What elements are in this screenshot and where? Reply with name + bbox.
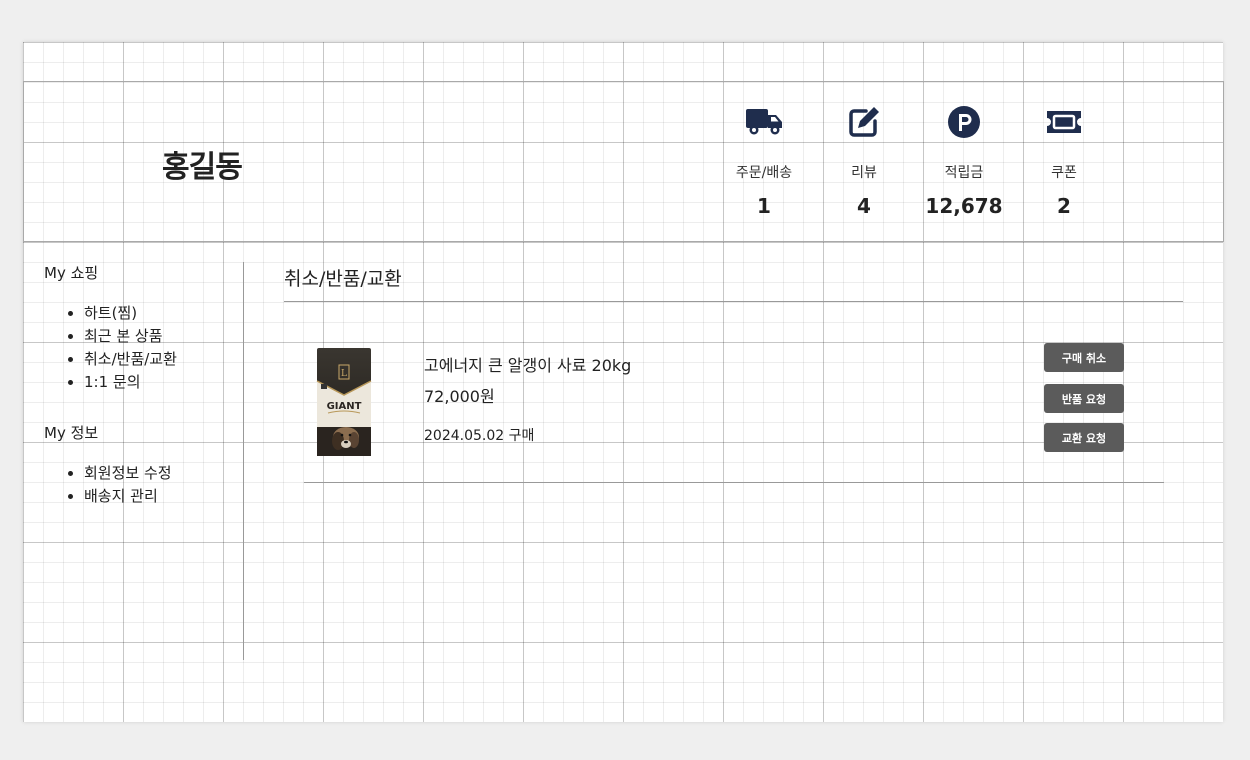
- stat-reviews-value: 4: [857, 194, 871, 218]
- user-name: 홍길동: [162, 150, 243, 185]
- stat-coupons-value: 2: [1057, 194, 1071, 218]
- edit-review-icon: [814, 104, 914, 140]
- stat-reviews-label: 리뷰: [851, 165, 877, 181]
- stat-points-value: 12,678: [925, 194, 1003, 218]
- profile-header: 홍길동 주문/배송 1 리뷰 4 적립금 12,678 쿠폰 2: [23, 81, 1224, 242]
- page-title: 취소/반품/교환: [284, 268, 402, 290]
- stat-reviews[interactable]: 리뷰 4: [814, 104, 914, 218]
- product-image[interactable]: L GIANT: [316, 347, 372, 461]
- coupon-ticket-icon: [1014, 104, 1114, 140]
- sidebar-title-info: My 정보: [44, 424, 99, 442]
- points-p-icon: [914, 104, 1014, 140]
- exchange-request-button[interactable]: 교환 요청: [1044, 423, 1124, 452]
- order-date: 2024.05.02 구매: [424, 428, 535, 444]
- sidebar: My 쇼핑 하트(찜) 최근 본 상품 취소/반품/교환 1:1 문의 My 정…: [23, 262, 244, 660]
- truck-icon: [714, 104, 814, 140]
- title-divider: [284, 301, 1183, 302]
- cancel-purchase-button[interactable]: 구매 취소: [1044, 343, 1124, 372]
- sidebar-info-list: 회원정보 수정 배송지 관리: [44, 462, 172, 508]
- package-badge: L: [341, 369, 347, 379]
- stat-coupons-label: 쿠폰: [1051, 165, 1077, 181]
- order-item: L GIANT 고에너지 큰 알갱이 사료 20kg 72,000원 2024.…: [304, 322, 1164, 483]
- product-price: 72,000원: [424, 387, 495, 406]
- sidebar-item-cancel-return[interactable]: 취소/반품/교환: [84, 348, 177, 371]
- sidebar-item-edit-profile[interactable]: 회원정보 수정: [84, 462, 172, 485]
- stat-points-label: 적립금: [944, 165, 984, 181]
- package-brand: GIANT: [327, 401, 362, 412]
- stat-orders-value: 1: [757, 194, 771, 218]
- mypage-panel: 홍길동 주문/배송 1 리뷰 4 적립금 12,678 쿠폰 2 My 쇼핑 •…: [23, 42, 1224, 722]
- sidebar-item-inquiry[interactable]: 1:1 문의: [84, 371, 177, 394]
- stat-coupons[interactable]: 쿠폰 2: [1014, 104, 1114, 218]
- sidebar-item-hearts[interactable]: 하트(찜): [84, 302, 177, 325]
- stat-orders[interactable]: 주문/배송 1: [714, 104, 814, 218]
- product-name[interactable]: 고에너지 큰 알갱이 사료 20kg: [424, 352, 631, 376]
- sidebar-item-address[interactable]: 배송지 관리: [84, 485, 172, 508]
- return-request-button[interactable]: 반품 요청: [1044, 384, 1124, 413]
- sidebar-shopping-list: 하트(찜) 최근 본 상품 취소/반품/교환 1:1 문의: [44, 302, 177, 394]
- sidebar-title-shopping: My 쇼핑: [44, 264, 99, 282]
- stat-points[interactable]: 적립금 12,678: [914, 104, 1014, 218]
- sidebar-item-recent[interactable]: 최근 본 상품: [84, 325, 177, 348]
- stat-orders-label: 주문/배송: [735, 165, 793, 181]
